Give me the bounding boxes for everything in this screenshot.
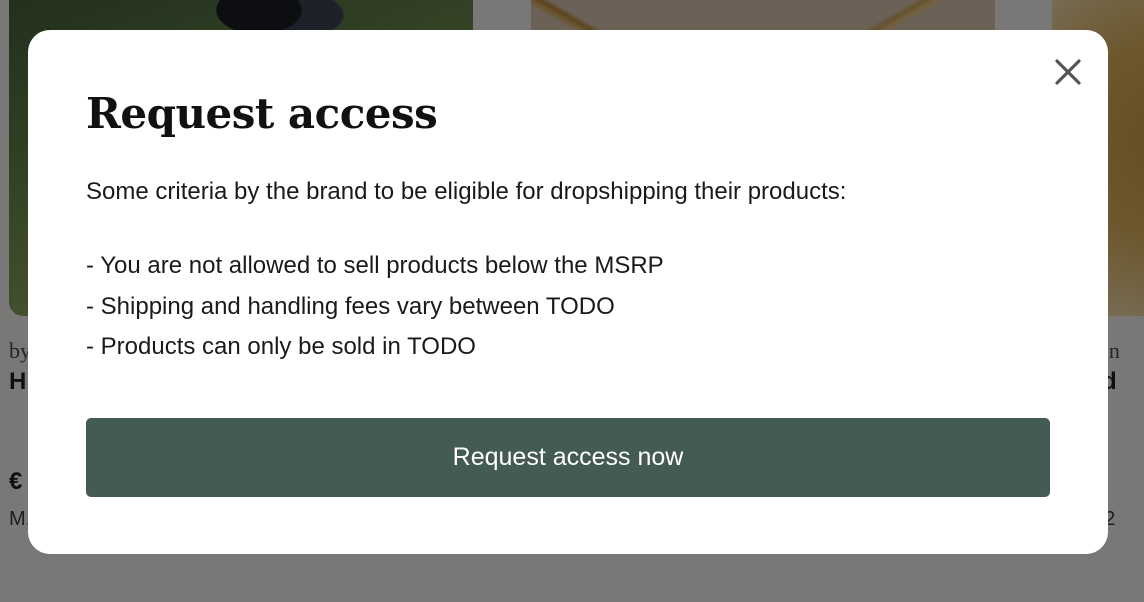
close-button[interactable] (1052, 56, 1084, 88)
criteria-intro: Some criteria by the brand to be eligibl… (86, 178, 847, 205)
criteria-list: - You are not allowed to sell products b… (86, 246, 1050, 368)
criteria-item: - You are not allowed to sell products b… (86, 252, 664, 279)
request-access-modal: Request access Some criteria by the bran… (28, 30, 1108, 554)
criteria-item: - Products can only be sold in TODO (86, 333, 476, 360)
request-access-button[interactable]: Request access now (86, 418, 1050, 497)
modal-title: Request access (86, 89, 438, 138)
close-icon (1055, 59, 1081, 85)
criteria-item: - Shipping and handling fees vary betwee… (86, 292, 615, 320)
